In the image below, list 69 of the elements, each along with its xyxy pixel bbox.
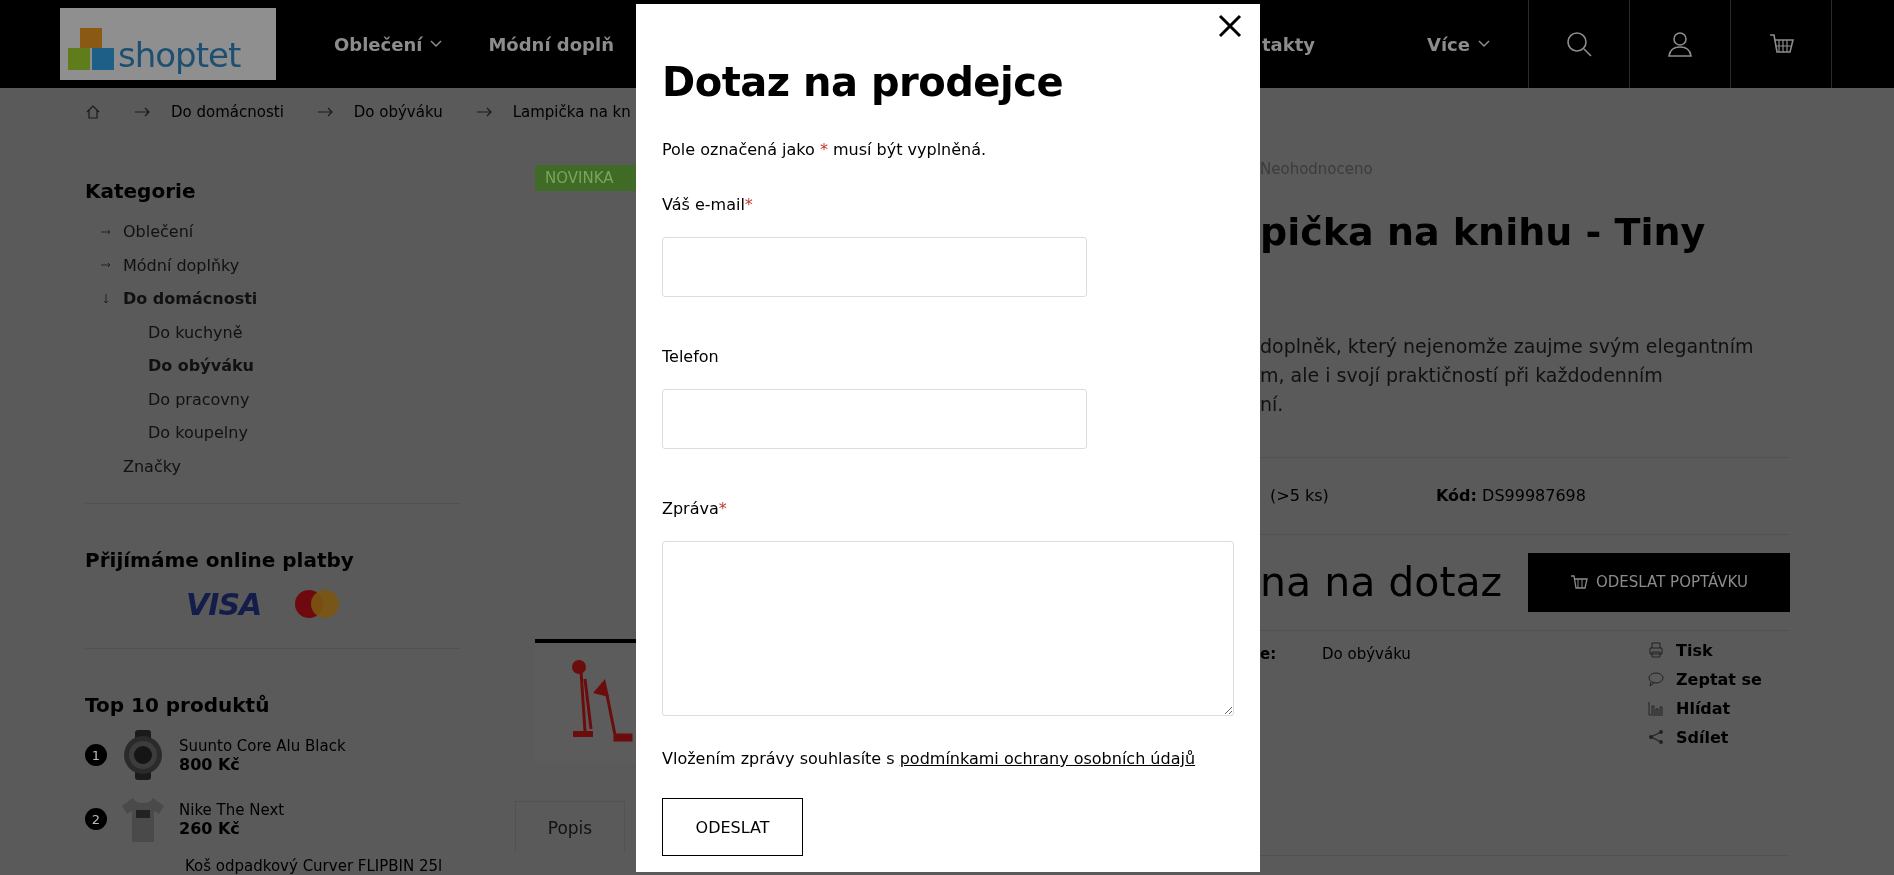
bar-chart-icon [1648, 700, 1664, 717]
product-link[interactable]: Nike The Next [179, 800, 285, 819]
tab[interactable]: Popis [515, 801, 625, 853]
section-heading: Kategorie [85, 179, 197, 203]
field-label: Zpráva* [662, 499, 728, 518]
nav-item[interactable]: Oblečení [334, 33, 443, 55]
speech-bubble-icon [1648, 671, 1664, 688]
field-label: Telefon [662, 347, 720, 366]
section-heading: Přijímáme online platby [85, 548, 355, 572]
arrow-right-icon [317, 106, 334, 117]
action-link[interactable]: Hlídat [1648, 698, 1762, 718]
breadcrumb-link[interactable]: Do domácnosti [171, 102, 284, 121]
section-heading: Top 10 produktů [85, 693, 271, 717]
product-price: 800 Kč [179, 754, 241, 774]
stock-text: (>5 ks) [1270, 486, 1330, 506]
dialog-title: Dotaz na prodejce [662, 58, 1065, 106]
breadcrumb-link[interactable]: Lampička na kn [512, 102, 631, 121]
arrow-right-icon [476, 106, 493, 117]
printer-icon [1648, 642, 1664, 659]
product-price: 260 Kč [179, 818, 241, 838]
input-field[interactable] [662, 237, 1087, 297]
category-link[interactable]: Značky [123, 456, 181, 476]
category-link[interactable]: Do obýváku [1322, 644, 1648, 855]
category-link[interactable]: Do domácnosti [123, 289, 258, 309]
action-link[interactable]: Zeptat se [1648, 669, 1762, 689]
nav-item[interactable]: takty [1262, 33, 1427, 55]
category-link[interactable]: Módní doplňky [123, 255, 240, 275]
detail-label: e: [1260, 644, 1278, 665]
rank-badge: 2 [85, 808, 107, 830]
subcategory-link[interactable]: Do kuchyně [148, 322, 243, 342]
home-icon[interactable] [85, 103, 101, 120]
price-text: na na dotaz [1260, 558, 1503, 607]
basket-icon [1570, 574, 1588, 591]
nav-item[interactable]: Módní doplň [488, 33, 614, 55]
close-button[interactable] [1216, 12, 1244, 40]
message-field[interactable] [662, 541, 1234, 716]
nav-item[interactable]: Více [1427, 33, 1490, 55]
inquiry-button[interactable]: ODESLAT POPTÁVKU [1528, 552, 1790, 612]
basket-icon [1768, 32, 1794, 56]
product-title: pička na knihu - Tiny [1260, 210, 1707, 256]
description-text: m, ale i svojí praktičností při každodenním [1260, 362, 1664, 388]
user-icon [1667, 31, 1693, 57]
field-label: Váš e-mail* [662, 195, 754, 214]
cart-button[interactable] [1730, 0, 1832, 88]
shop-logo[interactable]: shoptet [60, 8, 276, 80]
share-icon [1648, 729, 1664, 746]
description-text: doplněk, který nejenomže zaujme svým elegantním [1260, 333, 1755, 359]
input-field[interactable] [662, 389, 1087, 449]
visa-logo: VISA [186, 586, 262, 622]
subcategory-link[interactable]: Do koupelny [148, 423, 248, 443]
subcategory-link[interactable]: Do obýváku [148, 356, 254, 376]
action-link[interactable]: Tisk [1648, 640, 1762, 660]
description-text: ní. [1260, 391, 1285, 417]
product-link[interactable]: Koš odpadkový Curver FLIPBIN 25l [185, 857, 443, 875]
action-link[interactable]: Sdílet [1648, 727, 1762, 747]
rank-badge: 1 [85, 744, 107, 766]
consent-text: Vložením zprávy souhlasíte s podmínkami ochrany osobních údajů [662, 748, 1197, 770]
product-link[interactable]: Suunto Core Alu Black [179, 736, 346, 755]
arrow-right-icon [135, 106, 151, 117]
breadcrumb-link[interactable]: Do obýváku [353, 102, 443, 121]
required-note: Pole označená jako * musí být vyplněná. [662, 140, 988, 159]
new-badge: NOVINKA [535, 165, 636, 191]
product-code: Kód: DS99987698 [1436, 486, 1586, 506]
submit-button[interactable]: ODESLAT [662, 798, 803, 856]
privacy-link[interactable]: podmínkami ochrany osobních údajů [899, 749, 1196, 768]
mastercard-icon [295, 590, 340, 618]
category-link[interactable]: Oblečení [123, 222, 194, 242]
search-icon [1566, 31, 1592, 57]
subcategory-link[interactable]: Do pracovny [148, 389, 250, 409]
